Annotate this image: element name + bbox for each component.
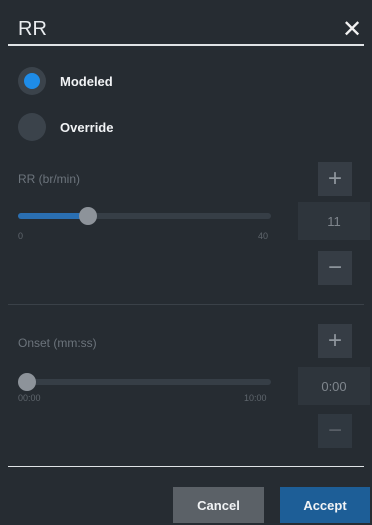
onset-value: 0:00 [321,378,347,394]
radio-unselected-icon [18,113,46,141]
footer-divider [8,466,364,467]
radio-selected-icon [18,67,46,95]
minus-icon: − [327,417,342,444]
minus-icon: − [327,254,342,281]
onset-slider[interactable] [18,373,271,391]
onset-decrement-button[interactable]: − [318,414,352,448]
onset-max-label: 10:00 [244,393,267,403]
cancel-button[interactable]: Cancel [173,487,264,523]
rr-label: RR (br/min) [18,172,80,186]
rr-value-field[interactable]: 11 [298,202,370,240]
radio-override-label: Override [60,119,114,135]
dialog-title: RR [18,18,47,40]
onset-slider-thumb[interactable] [18,373,36,391]
rr-slider[interactable] [18,207,271,225]
accept-button[interactable]: Accept [280,487,370,523]
rr-decrement-button[interactable]: − [318,251,352,285]
radio-modeled-label: Modeled [60,73,113,89]
rr-value: 11 [327,213,341,229]
rr-min-label: 0 [18,231,24,241]
radio-override[interactable]: Override [18,113,113,141]
plus-icon: + [327,165,342,192]
onset-value-field[interactable]: 0:00 [298,367,370,405]
section-divider [8,304,364,305]
rr-slider-thumb[interactable] [78,207,97,225]
plus-icon: + [327,327,342,354]
rr-max-label: 40 [258,231,269,241]
rr-increment-button[interactable]: + [318,162,352,196]
rr-dialog: RR ✕ Modeled Override RR (br/min) + 11 −… [0,0,372,525]
onset-min-label: 00:00 [18,393,41,403]
onset-label: Onset (mm:ss) [18,336,97,350]
onset-increment-button[interactable]: + [318,324,352,358]
close-icon[interactable]: ✕ [339,12,365,46]
rr-slider-fill [18,213,88,219]
radio-modeled[interactable]: Modeled [18,67,113,95]
title-divider [8,44,364,46]
